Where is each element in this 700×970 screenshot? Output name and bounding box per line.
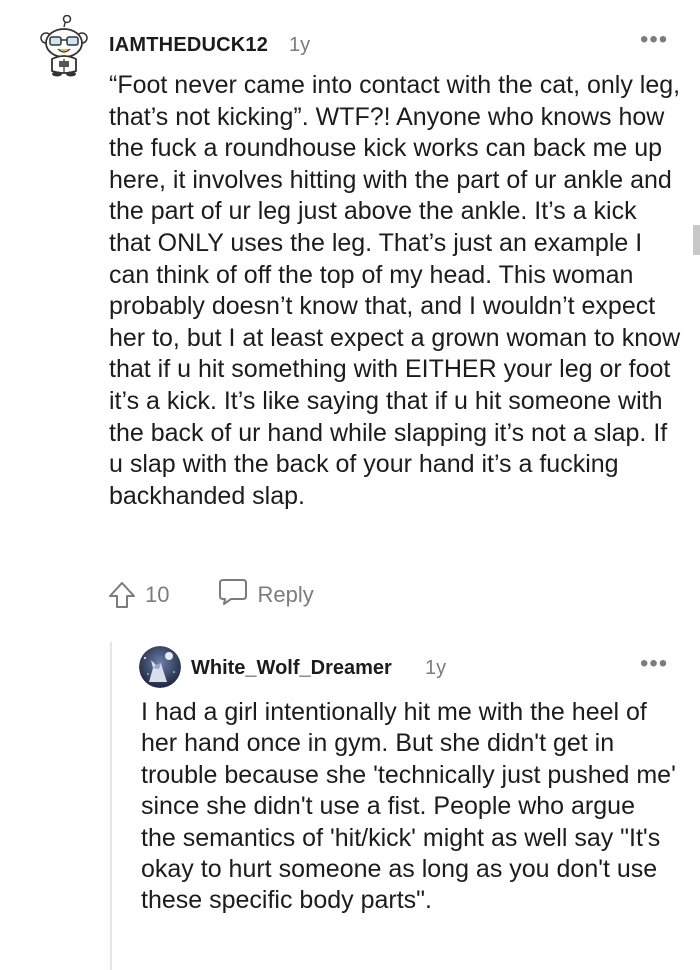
upvote-button[interactable]: 10 [107, 580, 169, 610]
reply-more-options-icon[interactable]: ••• [640, 652, 668, 676]
speech-bubble-icon[interactable] [217, 577, 249, 613]
user-avatar[interactable] [40, 14, 88, 77]
reply-label: Reply [257, 582, 314, 607]
reply-username[interactable]: White_Wolf_Dreamer [191, 657, 392, 680]
reply-button[interactable]: Reply [217, 577, 314, 613]
comment-username[interactable]: IAMTHEDUCK12 [109, 34, 268, 57]
comment-actions: 10 Reply [107, 578, 314, 612]
reply-timestamp: 1y [425, 657, 447, 679]
reply-body: I had a girl intentionally hit me with t… [141, 698, 676, 915]
comment-body: “Foot never came into contact with the c… [109, 71, 681, 510]
vote-count: 10 [145, 582, 170, 607]
more-options-icon[interactable]: ••• [640, 28, 668, 52]
reply-user-avatar[interactable] [139, 646, 181, 688]
scrollbar-thumb[interactable] [693, 225, 700, 255]
upvote-arrow-icon[interactable] [107, 580, 137, 610]
thread-line[interactable] [110, 642, 112, 970]
comment-timestamp: 1y [289, 34, 311, 56]
